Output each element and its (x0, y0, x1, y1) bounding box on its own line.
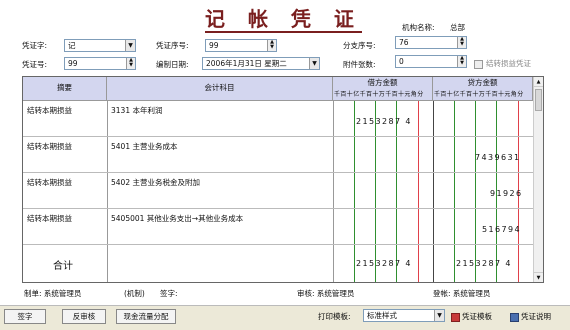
date-value: 2006年1月31日 星期二 (206, 59, 287, 68)
table-row[interactable]: 结转本期损益 5402 主营业务税金及附加 91926 (23, 173, 533, 209)
checkbox-icon[interactable] (474, 59, 483, 69)
voucher-seq-input[interactable]: 99 ▲ ▼ (205, 39, 277, 52)
chevron-down-icon[interactable]: ▼ (125, 40, 135, 51)
debit-amount: 2153287 4 (356, 117, 412, 126)
attach-label: 附件张数: (343, 60, 376, 69)
spinner-icon[interactable]: ▲ ▼ (126, 58, 135, 69)
voucher-no-value: 99 (68, 59, 78, 68)
credit-amount: 516794 (482, 225, 521, 234)
voucher-seq-label: 凭证序号: (156, 41, 189, 50)
total-credit: 2153287 4 (456, 259, 512, 268)
sign-button[interactable]: 签字 (4, 309, 46, 324)
header-credit: 贷方金额 千百十亿千百十万千百十元角分 (433, 77, 533, 101)
help-button[interactable]: 凭证说明 (510, 311, 551, 323)
cashflow-button[interactable]: 现金流量分配 (116, 309, 176, 324)
table-row[interactable]: 结转本期损益 5405001 其他业务支出→其他业务成本 516794 (23, 209, 533, 245)
chevron-down-icon[interactable]: ▼ (309, 58, 319, 69)
unreview-button[interactable]: 反审核 (62, 309, 106, 324)
org-label: 机构名称: (402, 23, 435, 32)
date-label: 编制日期: (156, 60, 189, 69)
voucher-title: 记 帐 凭 证 (205, 7, 362, 33)
carry-over-checkbox[interactable]: 结转损益凭证 (474, 58, 531, 70)
vertical-scrollbar[interactable]: ▲ ▼ (533, 77, 543, 282)
maker-tag: (机制) (124, 289, 145, 298)
credit-digit-units: 千百十亿千百十万千百十元角分 (434, 91, 524, 98)
print-template-label: 打印模板: (318, 312, 351, 321)
template-icon (451, 312, 460, 322)
branch-seq-input[interactable]: 76 ▲ ▼ (395, 36, 467, 49)
review-text: 审核: 系统管理员 (297, 289, 355, 298)
header-debit: 借方金额 千百十亿千百十万千百十元角分 (333, 77, 433, 101)
scroll-down-icon[interactable]: ▼ (534, 272, 543, 282)
maker-text: 制单: 系统管理员 (24, 289, 82, 298)
spinner-icon[interactable]: ▲ ▼ (267, 40, 276, 51)
voucher-no-label: 凭证号: (22, 60, 48, 69)
voucher-type-select[interactable]: 记 ▼ (64, 39, 136, 52)
spinner-icon[interactable]: ▲ ▼ (457, 37, 466, 48)
date-select[interactable]: 2006年1月31日 星期二 ▼ (202, 57, 320, 70)
template-button[interactable]: 凭证模板 (451, 311, 492, 323)
branch-seq-value: 76 (399, 38, 409, 47)
header-account: 会计科目 (107, 77, 333, 101)
voucher-window: 记 帐 凭 证 机构名称: 总部 凭证字: 记 ▼ 凭证序号: 99 ▲ ▼ 分支… (0, 0, 570, 330)
org-value: 总部 (450, 23, 465, 32)
chevron-down-icon[interactable]: ▼ (434, 310, 444, 321)
attach-input[interactable]: 0 ▲ ▼ (395, 55, 467, 68)
print-template-value: 标准样式 (367, 311, 397, 320)
total-label: 合计 (53, 261, 73, 272)
sign-text: 签字: (160, 289, 178, 298)
voucher-type-value: 记 (68, 41, 76, 50)
credit-amount: 7439631 (475, 153, 521, 162)
voucher-type-label: 凭证字: (22, 41, 48, 50)
total-debit: 2153287 4 (356, 259, 412, 268)
help-icon (510, 312, 519, 322)
table-row[interactable]: 结转本期损益 5401 主营业务成本 7439631 (23, 137, 533, 173)
table-row[interactable]: 结转本期损益 3131 本年利润 2153287 4 (23, 101, 533, 137)
branch-seq-label: 分支序号: (343, 41, 376, 50)
total-row: 合计 2153287 4 2153287 4 (23, 245, 533, 282)
post-text: 登帐: 系统管理员 (433, 289, 491, 298)
attach-value: 0 (399, 57, 404, 66)
debit-digit-units: 千百十亿千百十万千百十元角分 (334, 91, 424, 98)
voucher-no-input[interactable]: 99 ▲ ▼ (64, 57, 136, 70)
carry-over-label: 结转损益凭证 (486, 59, 531, 68)
voucher-seq-value: 99 (209, 41, 219, 50)
voucher-entry-table: 摘要 会计科目 借方金额 千百十亿千百十万千百十元角分 贷方金额 千百十亿千百十… (22, 76, 544, 283)
scrollbar-thumb[interactable] (535, 89, 542, 111)
spinner-icon[interactable]: ▲ ▼ (457, 56, 466, 67)
scroll-up-icon[interactable]: ▲ (534, 77, 543, 87)
print-template-select[interactable]: 标准样式 ▼ (363, 309, 445, 322)
credit-amount: 91926 (490, 189, 523, 198)
header-summary: 摘要 (23, 77, 107, 101)
